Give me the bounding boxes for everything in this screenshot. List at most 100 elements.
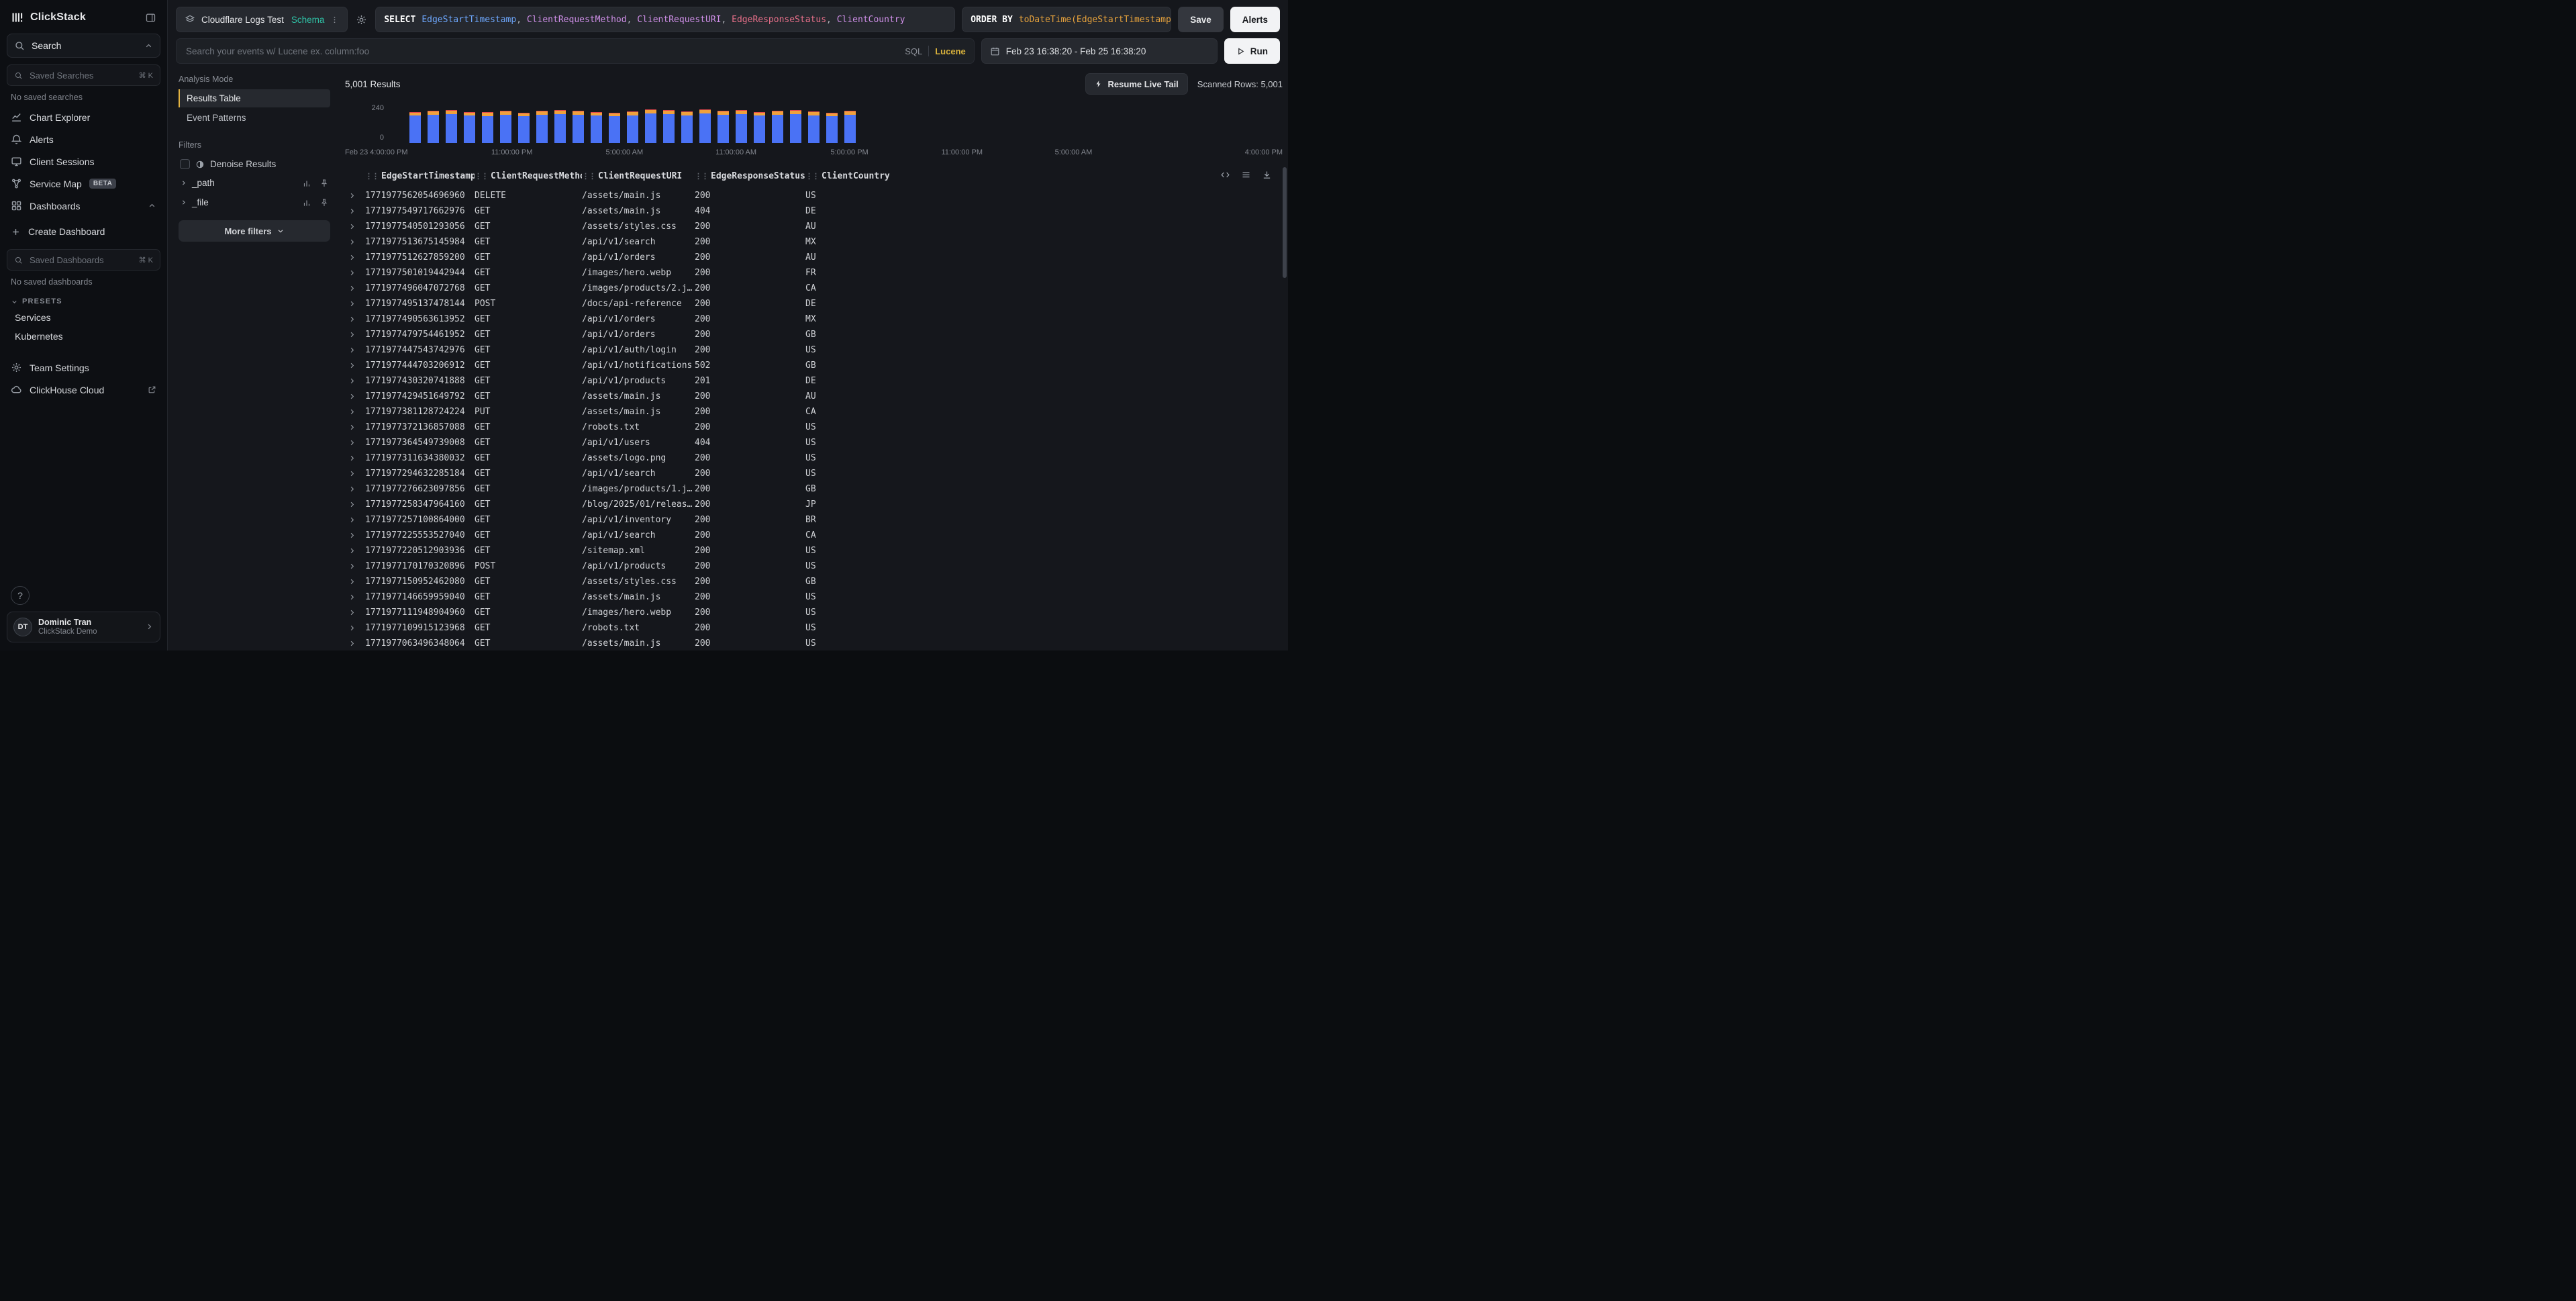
sidebar-item-service-map[interactable]: Service Map BETA — [7, 173, 160, 195]
chart-bar[interactable] — [772, 111, 783, 143]
table-row[interactable]: 1771977220512903936GET/sitemap.xml200US — [345, 543, 1279, 559]
download-icon[interactable] — [1262, 170, 1272, 180]
row-expand-icon[interactable] — [345, 485, 365, 493]
table-row[interactable]: 1771977495137478144POST/docs/api-referen… — [345, 296, 1279, 311]
row-expand-icon[interactable] — [345, 516, 365, 524]
row-expand-icon[interactable] — [345, 439, 365, 446]
sidebar-item-search[interactable]: Search — [7, 34, 160, 58]
table-row[interactable]: 1771977109915123968GET/robots.txt200US — [345, 620, 1279, 636]
chart-bar[interactable] — [609, 113, 620, 143]
table-row[interactable]: 1771977501019442944GET/images/hero.webp2… — [345, 265, 1279, 281]
chart-bar[interactable] — [446, 110, 457, 143]
row-expand-icon[interactable] — [345, 316, 365, 323]
sidebar-item-dashboards[interactable]: Dashboards — [7, 195, 160, 217]
saved-dashboards-search[interactable]: ⌘ K — [7, 249, 160, 271]
results-histogram[interactable]: 240 0 Feb 23 4:00:00 PM11:00:00 PM5:00:0… — [345, 101, 1283, 156]
time-range-picker[interactable]: Feb 23 16:38:20 - Feb 25 16:38:20 — [981, 38, 1218, 64]
chart-bar[interactable] — [591, 112, 602, 143]
schema-link[interactable]: Schema — [291, 15, 325, 25]
row-expand-icon[interactable] — [345, 624, 365, 632]
row-expand-icon[interactable] — [345, 285, 365, 292]
chart-bar[interactable] — [500, 111, 511, 143]
select-expression-input[interactable]: SELECT EdgeStartTimestamp, ClientRequest… — [375, 7, 955, 32]
row-expand-icon[interactable] — [345, 300, 365, 307]
table-row[interactable]: 1771977513675145984GET/api/v1/search200M… — [345, 234, 1279, 250]
field-pin-icon[interactable] — [319, 198, 329, 207]
preset-item-services[interactable]: Services — [7, 308, 160, 327]
sql-toggle[interactable]: SQL — [905, 46, 922, 56]
chevron-up-icon[interactable] — [144, 42, 153, 50]
column-header-ClientRequestMethod[interactable]: ⋮⋮ClientRequestMethod — [475, 171, 582, 181]
table-row[interactable]: 1771977225553527040GET/api/v1/search200C… — [345, 528, 1279, 543]
chart-bar[interactable] — [790, 110, 801, 143]
row-expand-icon[interactable] — [345, 424, 365, 431]
row-expand-icon[interactable] — [345, 470, 365, 477]
row-expand-icon[interactable] — [345, 254, 365, 261]
row-expand-icon[interactable] — [345, 609, 365, 616]
table-row[interactable]: 1771977381128724224PUT/assets/main.js200… — [345, 404, 1279, 420]
chevron-right-icon[interactable] — [180, 199, 187, 206]
chart-bar[interactable] — [428, 111, 439, 143]
more-filters-button[interactable]: More filters — [179, 220, 330, 242]
help-button[interactable]: ? — [11, 586, 30, 605]
lucene-toggle[interactable]: Lucene — [935, 46, 966, 56]
chart-bar[interactable] — [808, 111, 820, 143]
filter-field-path[interactable]: _path — [179, 173, 330, 193]
table-row[interactable]: 1771977429451649792GET/assets/main.js200… — [345, 389, 1279, 404]
row-expand-icon[interactable] — [345, 362, 365, 369]
table-row[interactable]: 1771977372136857088GET/robots.txt200US — [345, 420, 1279, 435]
filter-field-file[interactable]: _file — [179, 193, 330, 212]
chart-bar[interactable] — [736, 110, 747, 143]
mode-results-table[interactable]: Results Table — [179, 89, 330, 107]
sidebar-item-clickhouse-cloud[interactable]: ClickHouse Cloud — [7, 379, 160, 401]
column-header-EdgeStartTimestamp[interactable]: ⋮⋮EdgeStartTimestamp — [365, 171, 475, 181]
table-row[interactable]: 1771977562054696960DELETE/assets/main.js… — [345, 188, 1279, 203]
chart-bar[interactable] — [409, 112, 421, 143]
row-expand-icon[interactable] — [345, 408, 365, 416]
row-density-icon[interactable] — [1241, 170, 1251, 180]
table-row[interactable]: 1771977257100864000GET/api/v1/inventory2… — [345, 512, 1279, 528]
column-drag-handle-icon[interactable]: ⋮⋮ — [475, 172, 488, 181]
table-row[interactable]: 1771977496047072768GET/images/products/2… — [345, 281, 1279, 296]
source-selector[interactable]: Cloudflare Logs Test Schema — [176, 7, 348, 32]
row-expand-icon[interactable] — [345, 346, 365, 354]
row-expand-icon[interactable] — [345, 578, 365, 585]
table-row[interactable]: 1771977447543742976GET/api/v1/auth/login… — [345, 342, 1279, 358]
row-expand-icon[interactable] — [345, 223, 365, 230]
row-expand-icon[interactable] — [345, 377, 365, 385]
table-row[interactable]: 1771977063496348064GET/assets/main.js200… — [345, 636, 1279, 650]
field-pin-icon[interactable] — [319, 179, 329, 188]
table-row[interactable]: 1771977512627859200GET/api/v1/orders200A… — [345, 250, 1279, 265]
row-expand-icon[interactable] — [345, 547, 365, 555]
table-row[interactable]: 1771977146659959040GET/assets/main.js200… — [345, 589, 1279, 605]
chart-bar[interactable] — [464, 112, 475, 143]
saved-searches-search[interactable]: ⌘ K — [7, 64, 160, 86]
event-search-input[interactable] — [185, 46, 898, 57]
row-expand-icon[interactable] — [345, 593, 365, 601]
orderby-expression-input[interactable]: ORDER BY toDateTime(EdgeStartTimestamp / — [962, 7, 1171, 32]
table-row[interactable]: 1771977111948904960GET/images/hero.webp2… — [345, 605, 1279, 620]
mode-event-patterns[interactable]: Event Patterns — [179, 109, 330, 127]
chart-bar[interactable] — [699, 109, 711, 143]
table-row[interactable]: 1771977430320741888GET/api/v1/products20… — [345, 373, 1279, 389]
row-expand-icon[interactable] — [345, 501, 365, 508]
dots-vertical-icon[interactable] — [330, 15, 339, 24]
chart-bar[interactable] — [717, 111, 729, 143]
event-search[interactable]: SQL Lucene — [176, 38, 975, 64]
row-expand-icon[interactable] — [345, 454, 365, 462]
chevron-right-icon[interactable] — [180, 179, 187, 187]
table-scrollbar-thumb[interactable] — [1283, 167, 1287, 278]
chart-bar[interactable] — [754, 112, 765, 143]
row-expand-icon[interactable] — [345, 192, 365, 199]
table-row[interactable]: 1771977311634380032GET/assets/logo.png20… — [345, 450, 1279, 466]
table-row[interactable]: 1771977294632285184GET/api/v1/search200U… — [345, 466, 1279, 481]
chart-bar[interactable] — [627, 111, 638, 143]
resume-live-tail-button[interactable]: Resume Live Tail — [1085, 73, 1188, 95]
chart-bar[interactable] — [826, 113, 838, 143]
row-expand-icon[interactable] — [345, 563, 365, 570]
user-menu[interactable]: DT Dominic Tran ClickStack Demo — [7, 612, 160, 642]
row-expand-icon[interactable] — [345, 393, 365, 400]
row-expand-icon[interactable] — [345, 269, 365, 277]
table-row[interactable]: 1771977549717662976GET/assets/main.js404… — [345, 203, 1279, 219]
field-chart-icon[interactable] — [302, 179, 311, 188]
